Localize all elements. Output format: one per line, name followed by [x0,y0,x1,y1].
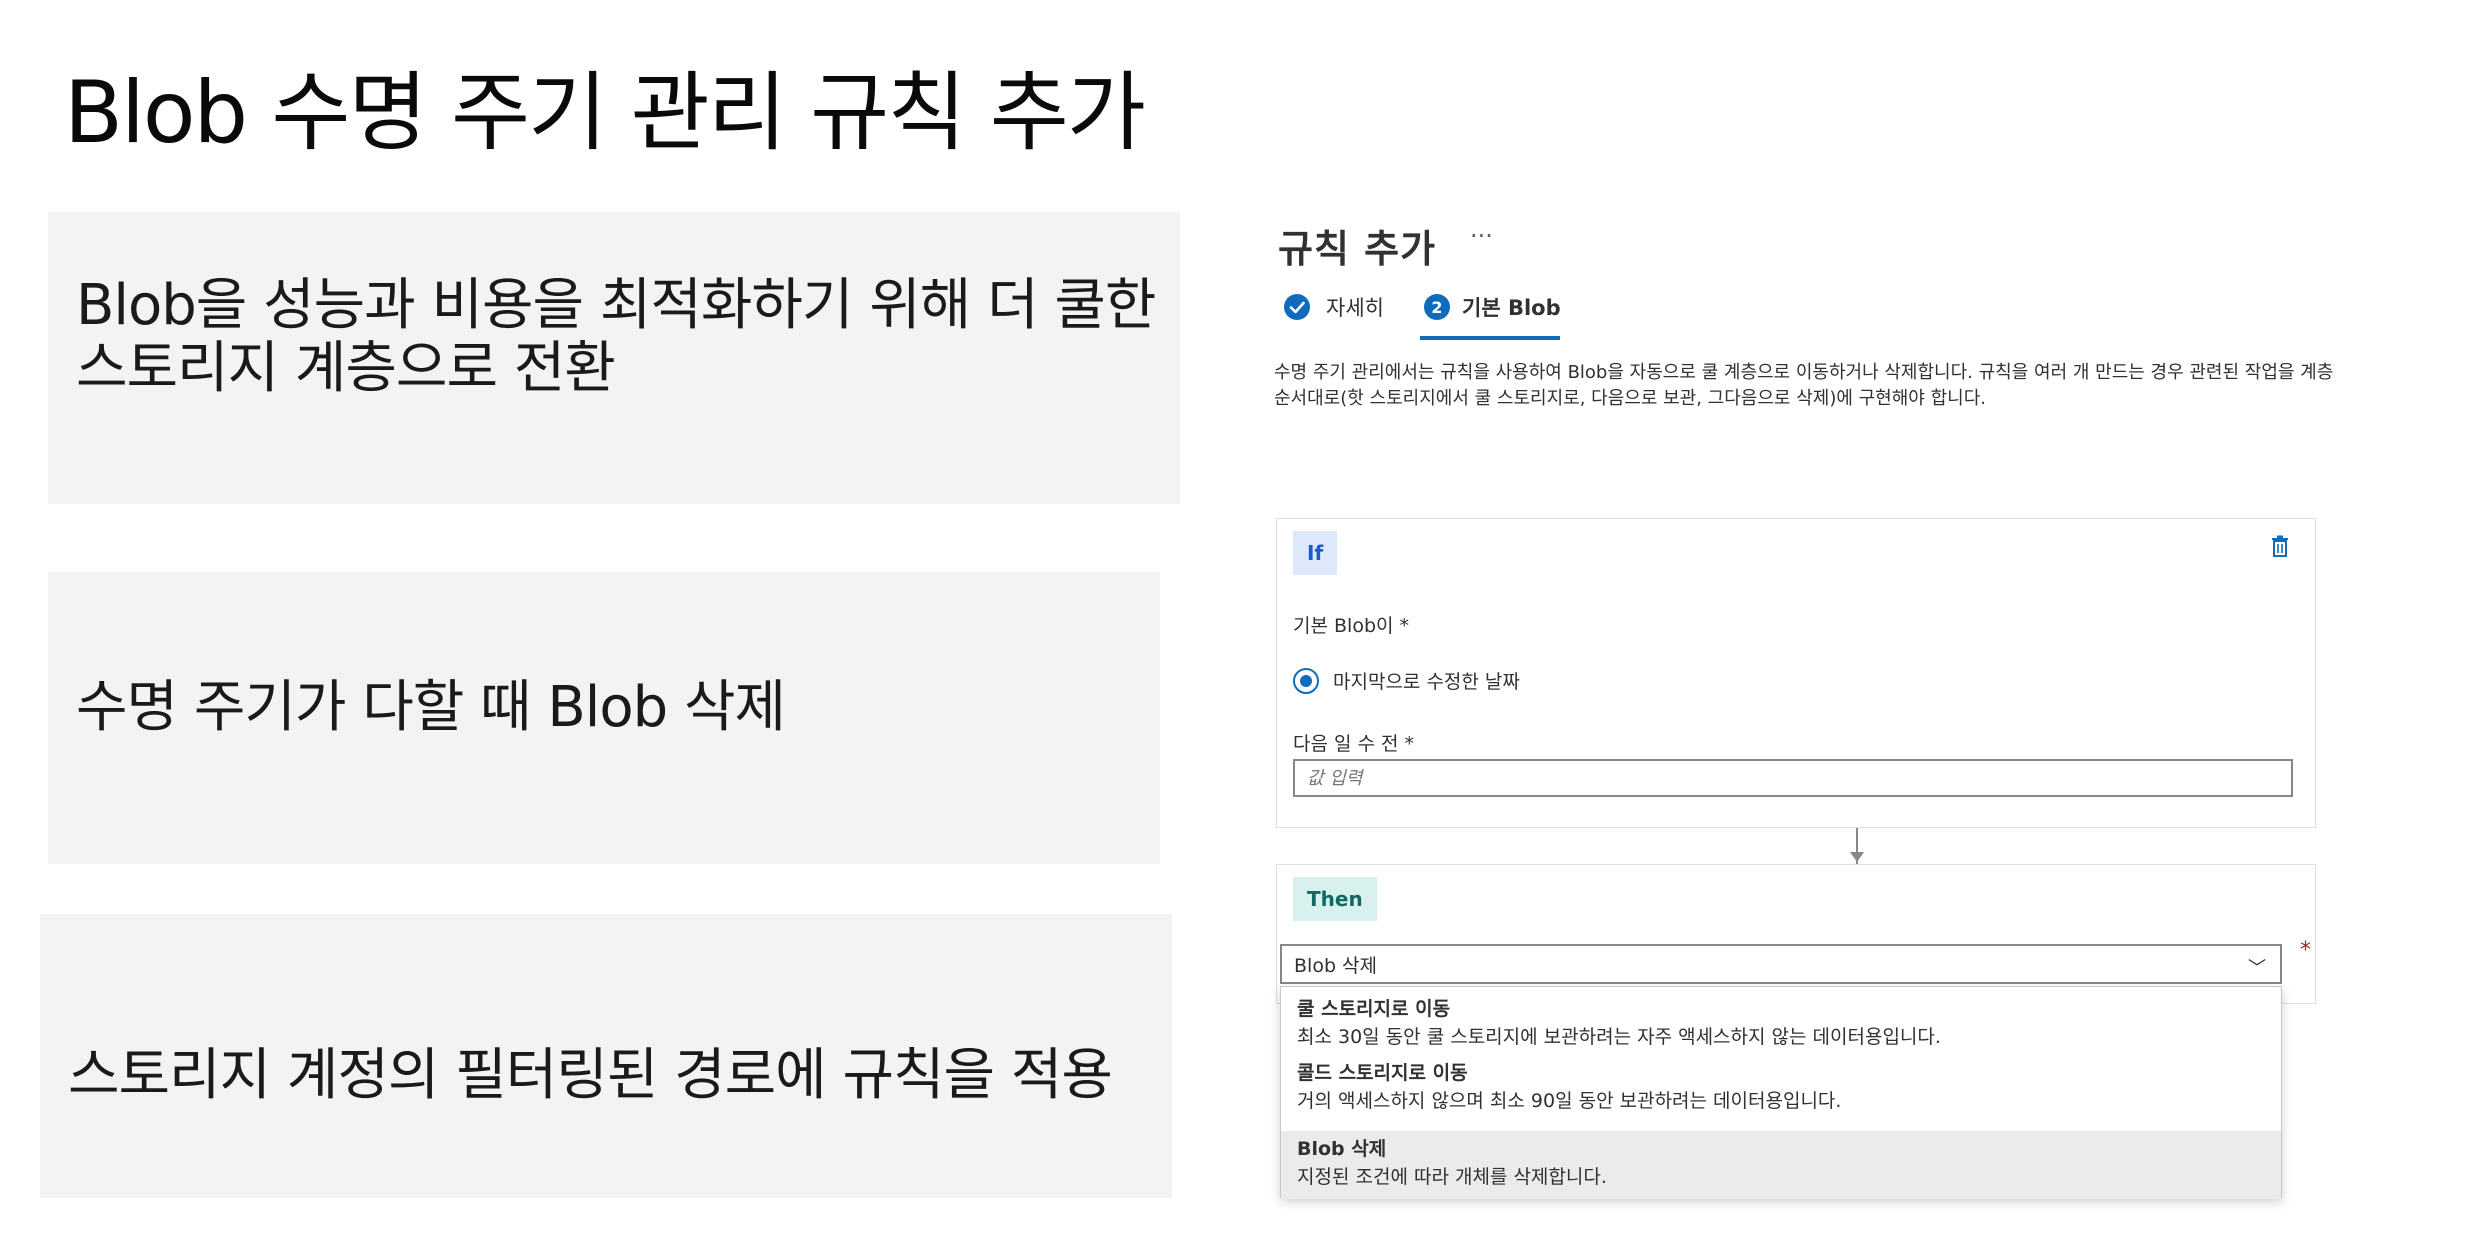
option-desc: 지정된 조건에 따라 개체를 삭제합니다. [1297,1166,1607,1188]
panel-description: 수명 주기 관리에서는 규칙을 사용하여 Blob을 자동으로 쿨 계층으로 이… [1274,362,2334,409]
more-options-icon[interactable]: ··· [1470,222,1493,250]
active-step-underline [1420,336,1560,340]
option-title: 콜드 스토리지로 이동 [1297,1062,1468,1084]
option-delete-blob[interactable]: Blob 삭제 지정된 조건에 따라 개체를 삭제합니다. [1281,1131,2281,1199]
then-tag: Then [1293,877,1377,921]
required-mark: * [2300,938,2311,963]
point-box-1: Blob을 성능과 비용을 최적화하기 위해 더 쿨한 스토리지 계층으로 전환 [48,212,1180,504]
radio-selected-icon [1293,667,1319,694]
base-blob-label: 기본 Blob이 * [1293,615,1410,637]
step-base-blob-label: 기본 Blob [1462,296,1561,320]
last-modified-radio[interactable]: 마지막으로 수정한 날짜 [1293,667,1520,694]
slide-title: Blob 수명 주기 관리 규칙 추가 [64,63,1146,163]
if-condition-card: If 기본 Blob이 * 마지막으로 수정한 날짜 다음 일 수 전 * [1276,518,2316,828]
panel-title: 규칙 추가 [1278,227,1437,271]
chevron-down-icon: ﹀ [2248,958,2266,979]
point-1-line-1: Blob을 성능과 비용을 최적화하기 위해 더 쿨한 [76,273,1156,339]
option-move-cold[interactable]: 콜드 스토리지로 이동 거의 액세스하지 않으며 최소 90일 동안 보관하려는… [1281,1059,2281,1115]
step-details[interactable]: 자세히 [1284,292,1384,322]
point-3-text: 스토리지 계정의 필터링된 경로에 규칙을 적용 [68,1042,1113,1108]
option-desc: 최소 30일 동안 쿨 스토리지에 보관하려는 자주 액세스하지 않는 데이터용… [1297,1026,1941,1048]
action-dropdown-list: 쿨 스토리지로 이동 최소 30일 동안 쿨 스토리지에 보관하려는 자주 액세… [1280,986,2282,1199]
step-details-label: 자세히 [1326,296,1384,320]
point-box-3: 스토리지 계정의 필터링된 경로에 규칙을 적용 [40,914,1172,1198]
option-title: Blob 삭제 [1297,1138,1387,1160]
arrow-down-icon [1850,852,1864,862]
add-rule-panel: 규칙 추가 ··· 자세히 2 기본 Blob 수명 주기 관리에서는 규칙을 … [1264,210,2344,1210]
action-select[interactable]: Blob 삭제 ﹀ [1280,944,2282,984]
option-move-cool[interactable]: 쿨 스토리지로 이동 최소 30일 동안 쿨 스토리지에 보관하려는 자주 액세… [1281,995,2281,1051]
option-title: 쿨 스토리지로 이동 [1297,998,1451,1020]
point-2-text: 수명 주기가 다할 때 Blob 삭제 [76,674,786,740]
step-base-blob[interactable]: 2 기본 Blob [1424,292,1561,322]
check-circle-icon [1284,294,1310,320]
last-modified-label: 마지막으로 수정한 날짜 [1333,671,1520,693]
point-1-line-2: 스토리지 계층으로 전환 [76,336,616,401]
option-desc: 거의 액세스하지 않으며 최소 90일 동안 보관하려는 데이터용입니다. [1297,1090,1842,1112]
if-tag: If [1293,531,1338,575]
days-label: 다음 일 수 전 * [1293,733,1415,755]
days-input[interactable] [1293,759,2293,797]
point-box-2: 수명 주기가 다할 때 Blob 삭제 [48,572,1160,864]
trash-icon[interactable] [2271,535,2289,557]
action-selected-value: Blob 삭제 [1294,954,1377,977]
step-number-badge: 2 [1424,294,1450,320]
